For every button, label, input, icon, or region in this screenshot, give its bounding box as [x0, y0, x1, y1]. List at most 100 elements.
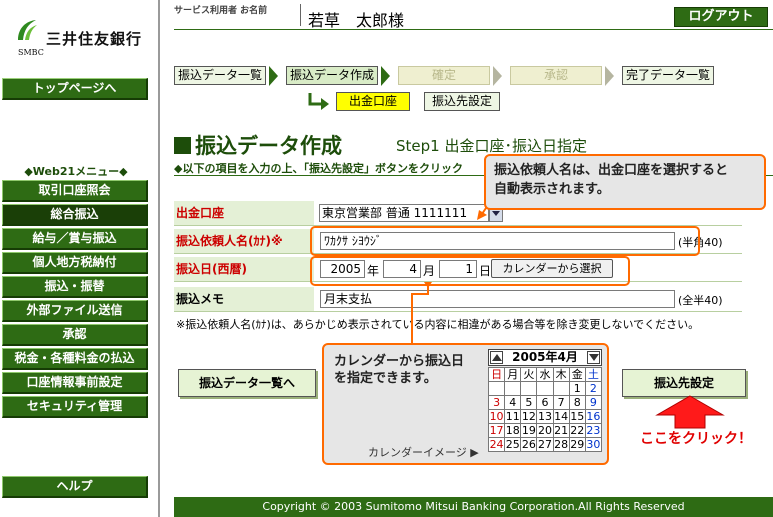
footer-copyright: Copyright © 2003 Sumitomo Mitsui Banking… — [174, 497, 773, 517]
page-step: Step1 出金口座･振込日指定 — [396, 137, 587, 155]
memo-hint: (全半40) — [678, 294, 723, 307]
calendar-day[interactable]: 2 — [584, 381, 603, 396]
highlight-transfer-date — [310, 256, 630, 286]
calendar-day[interactable]: 15 — [568, 409, 586, 424]
calendar-day[interactable]: 19 — [520, 423, 538, 438]
help-button[interactable]: ヘルプ — [2, 476, 148, 498]
calendar-day[interactable]: 8 — [568, 395, 586, 410]
sidebar-item-transfer[interactable]: 振込・振替 — [2, 276, 148, 298]
sidebar-item-bulk-transfer[interactable]: 総合振込 — [2, 204, 148, 226]
calendar-weekday: 土 — [584, 367, 603, 382]
step-arrow-icon — [605, 66, 614, 86]
calendar-day[interactable]: 26 — [520, 437, 538, 452]
sidebar: 三井住友銀行 SMBC トップページへ ◆Web21メニュー◆ 取引口座照会 総… — [0, 0, 152, 517]
callout-calendar-text: カレンダーから振込日 を指定できます。 — [334, 353, 464, 387]
sub-step-account: 出金口座 — [336, 92, 410, 111]
click-here-label: ここをクリック！ — [640, 431, 752, 447]
calendar-day — [504, 381, 522, 396]
calendar-month: 2005年4月 — [512, 350, 578, 364]
top-page-button[interactable]: トップページへ — [2, 78, 148, 100]
bank-logo[interactable]: 三井住友銀行 SMBC — [10, 14, 152, 64]
page-title: 振込データ作成 — [174, 130, 342, 160]
user-label: サービス利用者 お名前 — [174, 6, 268, 16]
calendar-day[interactable]: 14 — [552, 409, 570, 424]
step-arrow-icon — [493, 66, 502, 86]
account-label: 出金口座 — [174, 201, 314, 225]
calendar-day[interactable]: 22 — [568, 423, 586, 438]
chevron-up-icon[interactable] — [490, 351, 503, 364]
instruction-text: ◆以下の項目を入力の上、「振込先設定」ボタンをクリック — [174, 162, 463, 175]
user-name: 若草 太郎様 — [308, 11, 405, 30]
back-to-list-button[interactable]: 振込データ一覧へ — [178, 369, 316, 397]
calendar-day — [536, 381, 554, 396]
sidebar-item-account-inquiry[interactable]: 取引口座照会 — [2, 180, 148, 202]
transfer-date-label: 振込日(西暦) — [174, 257, 314, 281]
step-approve: 承認 — [510, 66, 602, 85]
memo-label: 振込メモ — [174, 287, 314, 311]
calendar-weekday: 月 — [504, 367, 522, 382]
logout-button[interactable]: ログアウト — [674, 7, 768, 27]
memo-cell: 月末支払 (全半40) — [315, 287, 742, 311]
calendar-day[interactable]: 4 — [504, 395, 522, 410]
calendar-day[interactable]: 16 — [584, 409, 603, 424]
callout-auto-name-line2: 自動表示されます。 — [494, 182, 610, 197]
calendar-day[interactable]: 5 — [520, 395, 538, 410]
sub-step-arrow-icon — [308, 93, 329, 110]
calendar-pointer-icon — [411, 282, 432, 344]
calendar-weekday: 木 — [552, 367, 570, 382]
calendar-day[interactable]: 10 — [487, 409, 506, 424]
step-transfer-list: 振込データ一覧 — [174, 66, 266, 85]
calendar-day[interactable]: 30 — [584, 437, 603, 452]
calendar-day — [552, 381, 570, 396]
menu-title: ◆Web21メニュー◆ — [24, 165, 128, 178]
up-arrow-icon — [655, 395, 725, 429]
calendar-day[interactable]: 23 — [584, 423, 603, 438]
step-create: 振込データ作成 — [286, 66, 378, 85]
sidebar-item-salary-transfer[interactable]: 給与／賞与振込 — [2, 228, 148, 250]
calendar-day[interactable]: 3 — [487, 395, 506, 410]
calendar-day[interactable]: 1 — [568, 381, 586, 396]
bank-name: 三井住友銀行 — [46, 30, 143, 48]
sidebar-item-tax-payment[interactable]: 税金・各種料金の払込 — [2, 348, 148, 370]
callout-calendar-line2: を指定できます。 — [334, 371, 437, 386]
calendar-day[interactable]: 28 — [552, 437, 570, 452]
chevron-down-icon[interactable] — [587, 351, 600, 364]
memo-input[interactable]: 月末支払 — [320, 290, 675, 308]
calendar-day[interactable]: 11 — [504, 409, 522, 424]
sidebar-item-approval[interactable]: 承認 — [2, 324, 148, 346]
calendar-day[interactable]: 21 — [552, 423, 570, 438]
requester-name-note: ※振込依頼人名(ｶﾅ)は、あらかじめ表示されている内容に相違がある場合等を除き変… — [176, 318, 700, 331]
calendar-day[interactable]: 29 — [568, 437, 586, 452]
calendar-day[interactable]: 27 — [536, 437, 554, 452]
step-confirm: 確定 — [398, 66, 490, 85]
calendar-day[interactable]: 20 — [536, 423, 554, 438]
calendar-day[interactable]: 13 — [536, 409, 554, 424]
sidebar-item-local-tax[interactable]: 個人地方税納付 — [2, 252, 148, 274]
header-divider — [174, 29, 773, 30]
sidebar-item-security[interactable]: セキュリティ管理 — [2, 396, 148, 418]
calendar-day[interactable]: 12 — [520, 409, 538, 424]
calendar-day — [520, 381, 538, 396]
callout-calendar-line1: カレンダーから振込日 — [334, 354, 465, 369]
account-select[interactable]: 東京営業部 普通 1111111 — [319, 204, 489, 222]
calendar-day[interactable]: 18 — [504, 423, 522, 438]
calendar-day[interactable]: 17 — [487, 423, 506, 438]
title-square-icon — [174, 137, 191, 154]
calendar-day[interactable]: 25 — [504, 437, 522, 452]
calendar-day[interactable]: 24 — [487, 437, 506, 452]
sidebar-menu: 取引口座照会 総合振込 給与／賞与振込 個人地方税納付 振込・振替 外部ファイル… — [2, 180, 148, 420]
callout-auto-name: 振込依頼人名は、出金口座を選択すると 自動表示されます。 — [484, 154, 766, 210]
calendar-caption: カレンダーイメージ ▶ — [368, 446, 479, 459]
sidebar-item-file-send[interactable]: 外部ファイル送信 — [2, 300, 148, 322]
page-title-text: 振込データ作成 — [195, 134, 342, 158]
calendar-day[interactable]: 6 — [536, 395, 554, 410]
highlight-requester-name — [310, 226, 700, 256]
calendar-weekday: 金 — [568, 367, 586, 382]
smbc-logo-icon — [18, 20, 37, 40]
destination-setting-button[interactable]: 振込先設定 — [622, 369, 746, 397]
calendar-day — [487, 381, 506, 396]
calendar-day[interactable]: 7 — [552, 395, 570, 410]
calendar-day[interactable]: 9 — [584, 395, 603, 410]
sidebar-item-account-settings[interactable]: 口座情報事前設定 — [2, 372, 148, 394]
row-memo: 振込メモ 月末支払 (全半40) — [174, 287, 742, 312]
